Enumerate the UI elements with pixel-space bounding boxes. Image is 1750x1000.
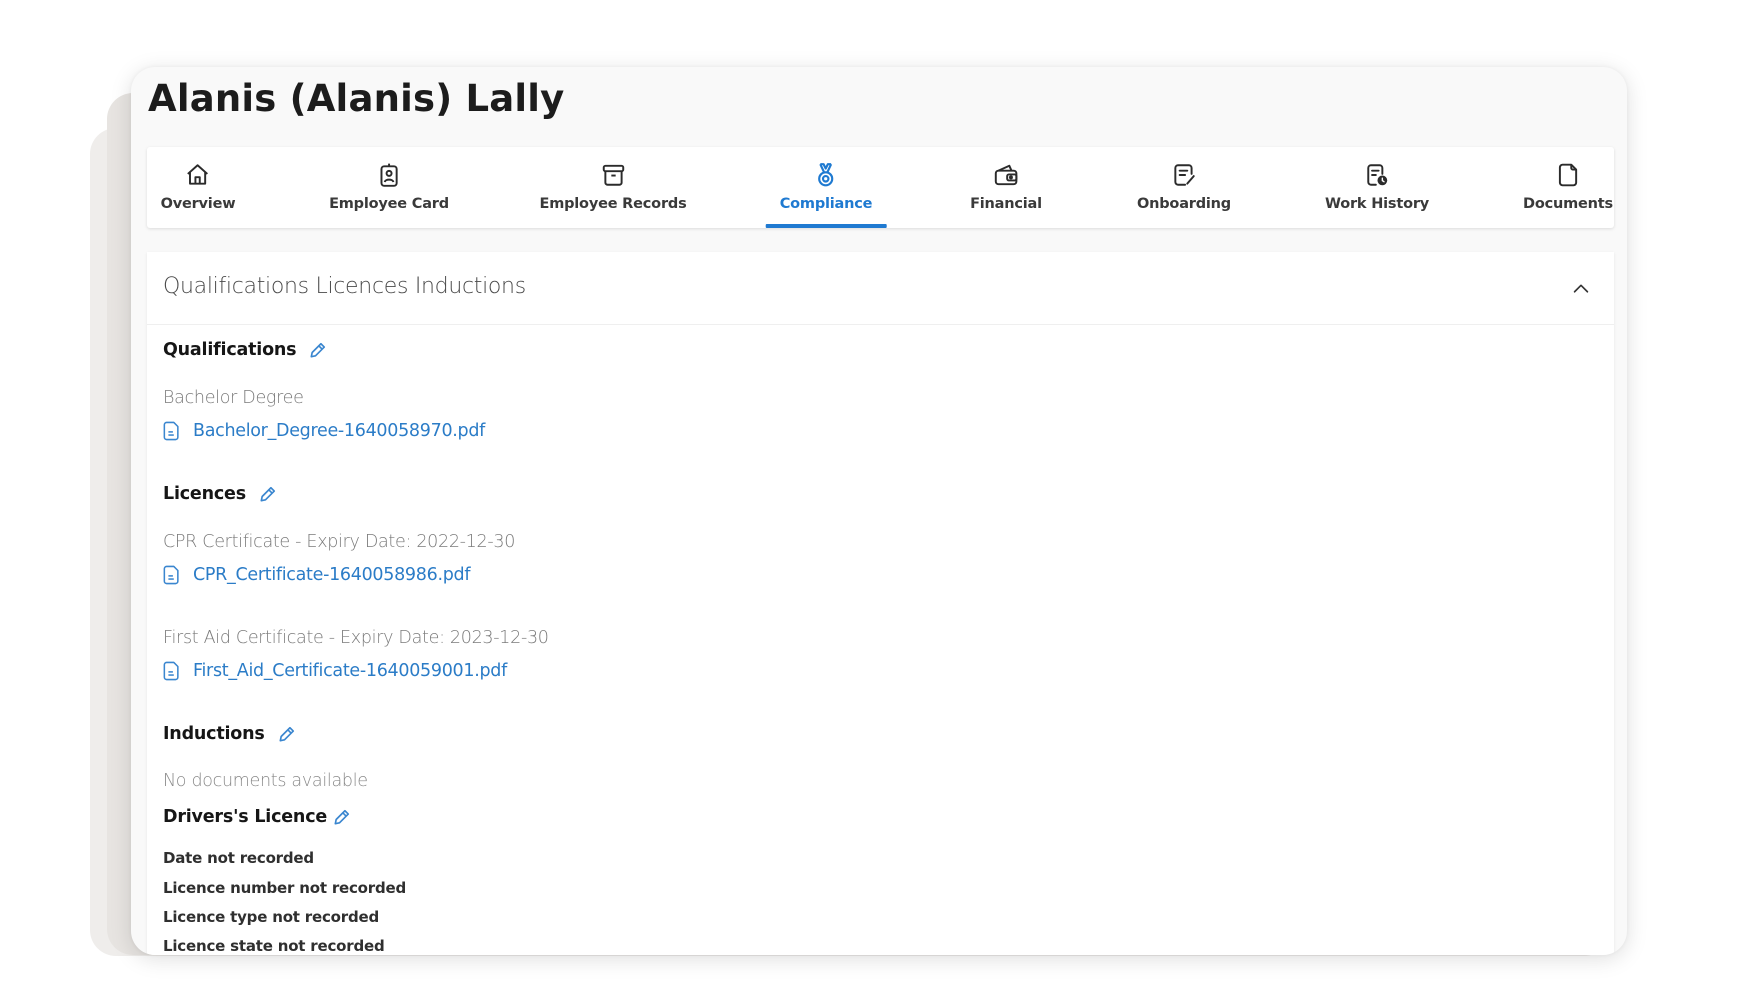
tab-label: Work History [1324,196,1430,212]
tab-work-history[interactable]: Work History [1311,147,1443,228]
drivers-licence-number: Licence number not recorded [163,879,407,897]
drivers-licence-heading-row: Drivers's Licence [163,807,352,827]
medal-icon [818,163,834,187]
drivers-licence-date: Date not recorded [163,849,314,867]
tab-financial[interactable]: Financial [956,147,1056,228]
pencil-icon[interactable] [308,340,328,360]
drivers-licence-heading: Drivers's Licence [163,807,328,827]
file-icon [1558,163,1578,187]
qualification-item-label: Bachelor Degree [163,388,304,408]
file-name: First_Aid_Certificate-1640059001.pdf [193,661,507,681]
tab-onboarding[interactable]: Onboarding [1123,147,1245,228]
file-name: CPR_Certificate-1640058986.pdf [193,565,471,585]
document-clock-icon [1367,164,1388,186]
licences-heading-row: Licences [163,484,278,504]
file-name: Bachelor_Degree-1640058970.pdf [193,421,486,441]
wallet-icon [994,164,1018,186]
chevron-up-icon[interactable] [1570,278,1592,300]
tab-label: Documents [1523,196,1613,212]
tab-documents[interactable]: Documents [1509,147,1627,228]
tab-compliance[interactable]: Compliance [765,147,887,228]
inductions-empty-note: No documents available [163,771,368,791]
licence-file-link[interactable]: First_Aid_Certificate-1640059001.pdf [163,661,507,681]
licence-item-label: First Aid Certificate - Expiry Date: 202… [163,628,549,648]
licence-file-link[interactable]: CPR_Certificate-1640058986.pdf [163,565,470,585]
tab-label: Employee Records [539,196,687,212]
licence-item-label: CPR Certificate - Expiry Date: 2022-12-3… [163,532,516,552]
pencil-icon[interactable] [258,484,278,504]
compliance-panel: Qualifications Licences Inductions Quali… [147,252,1614,955]
inductions-heading: Inductions [163,724,265,744]
panel-title: Qualifications Licences Inductions [163,274,526,299]
inductions-heading-row: Inductions [163,724,297,744]
qualifications-heading: Qualifications [163,340,297,360]
profile-tab-bar: Overview Employee Card Employee Records … [147,147,1614,228]
tab-employee-records[interactable]: Employee Records [525,147,700,228]
employee-profile-card: Alanis (Alanis) Lally Overview Employee … [131,67,1627,955]
qualifications-heading-row: Qualifications [163,340,328,360]
document-icon [163,565,179,585]
edit-document-icon [1174,164,1195,186]
home-icon [187,164,209,185]
qualification-file-link[interactable]: Bachelor_Degree-1640058970.pdf [163,421,485,441]
pencil-icon[interactable] [332,807,352,827]
pencil-icon[interactable] [277,724,297,744]
tab-label: Compliance [779,196,873,212]
document-icon [163,661,179,681]
tab-label: Onboarding [1137,196,1231,212]
drivers-licence-state: Licence state not recorded [163,937,385,955]
archive-box-icon [602,164,624,186]
drivers-licence-type: Licence type not recorded [163,908,380,926]
licences-heading: Licences [163,484,246,504]
tab-label: Financial [970,196,1042,212]
employee-name-title: Alanis (Alanis) Lally [148,77,565,120]
id-badge-icon [380,163,398,187]
panel-header[interactable]: Qualifications Licences Inductions [147,252,1614,325]
tab-label: Overview [160,196,236,212]
document-icon [163,421,179,441]
tab-employee-card[interactable]: Employee Card [315,147,463,228]
tab-overview[interactable]: Overview [147,147,250,228]
tab-label: Employee Card [329,196,449,212]
